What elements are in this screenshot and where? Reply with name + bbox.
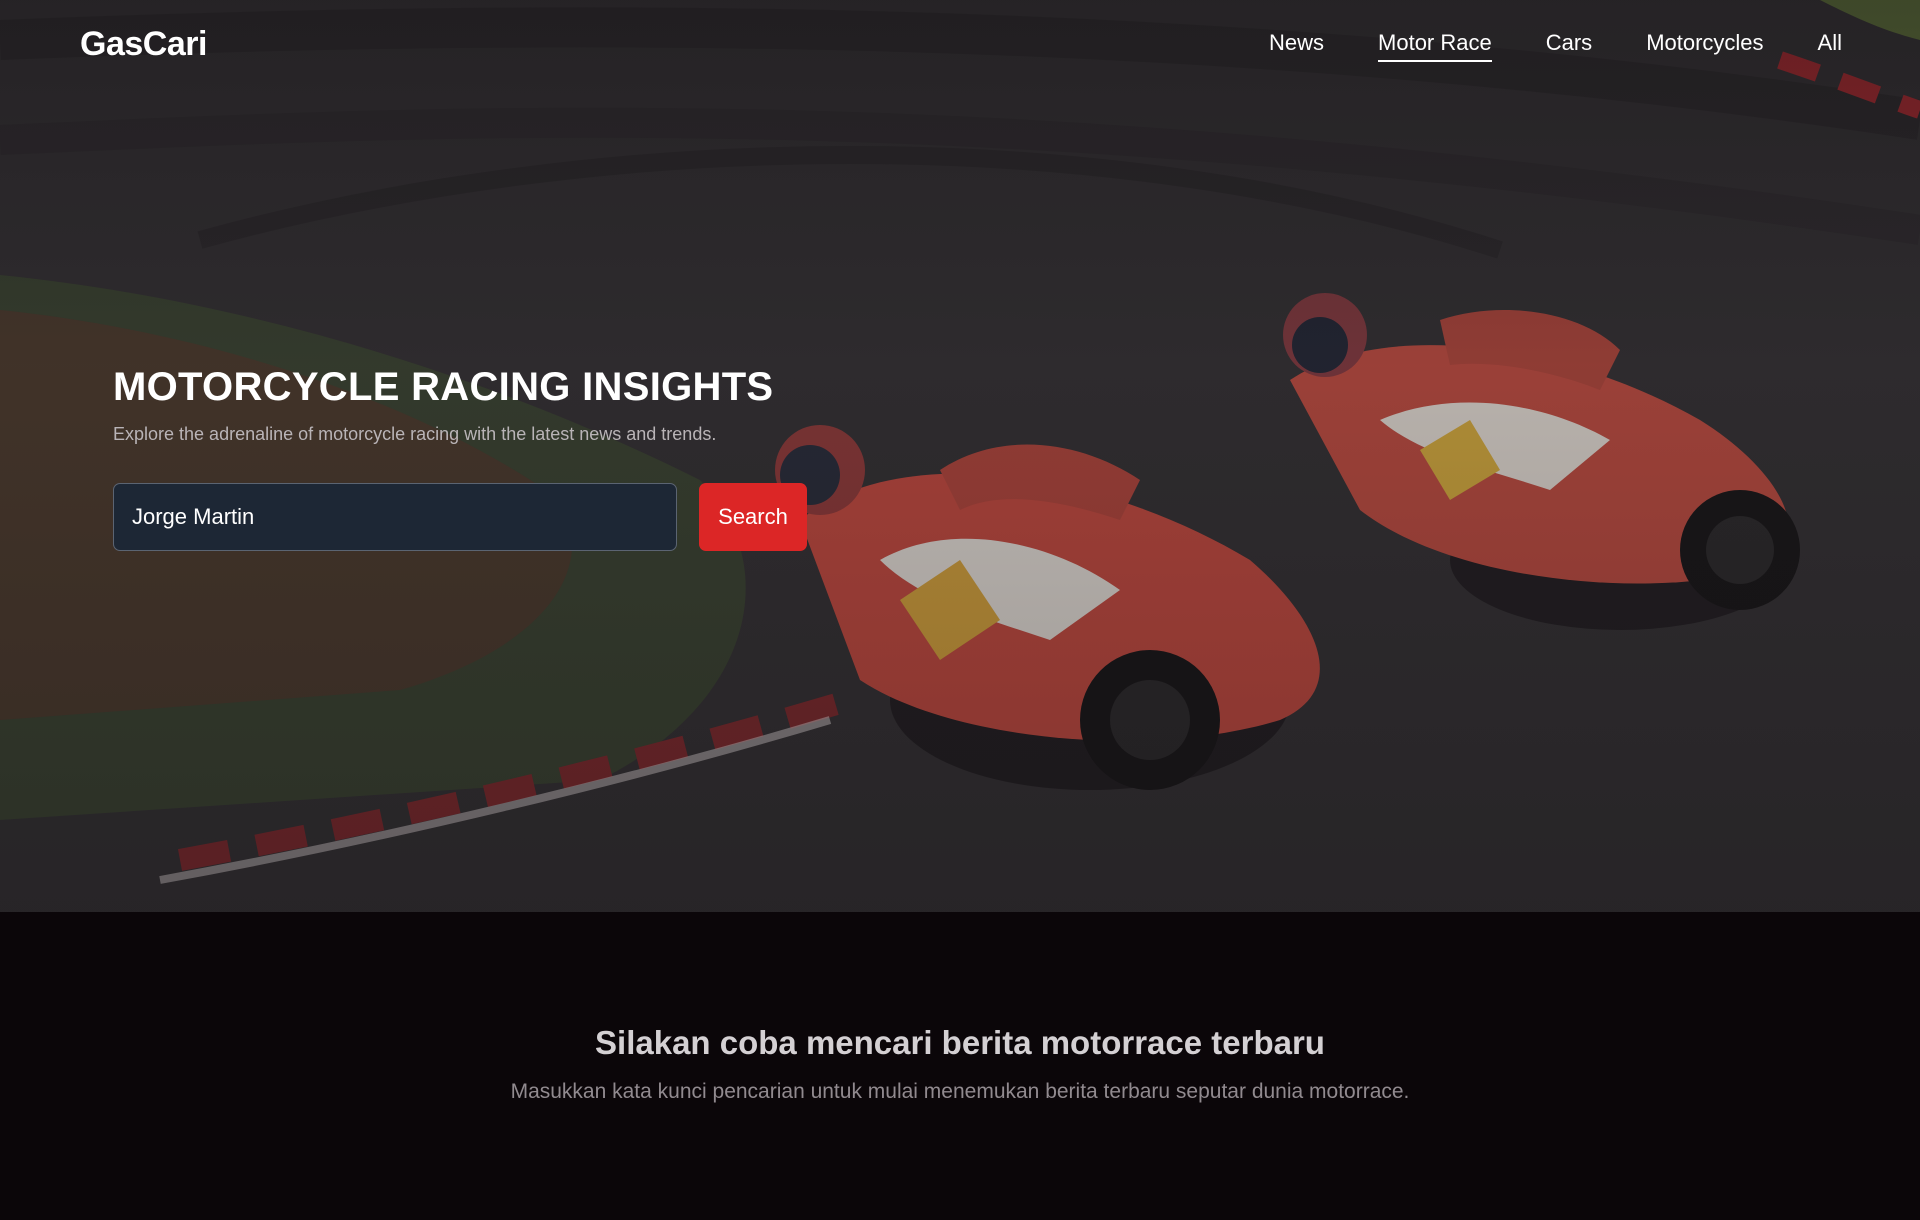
nav-link-news[interactable]: News [1269, 30, 1324, 62]
empty-state-text: Masukkan kata kunci pencarian untuk mula… [510, 1080, 1410, 1103]
hero-subtitle: Explore the adrenaline of motorcycle rac… [113, 424, 717, 444]
search-button[interactable]: Search [699, 483, 807, 551]
nav-link-all[interactable]: All [1818, 30, 1842, 62]
hero-section: GasCari News Motor Race Cars Motorcycles… [0, 0, 1920, 912]
hero-content: MOTORCYCLE RACING INSIGHTS Explore the a… [113, 365, 1013, 445]
navbar: GasCari News Motor Race Cars Motorcycles… [0, 0, 1920, 90]
nav-link-cars[interactable]: Cars [1546, 30, 1592, 62]
results-section: Silakan coba mencari berita motorrace te… [0, 912, 1920, 1220]
search-form: Search [113, 483, 807, 551]
nav-link-motor-race[interactable]: Motor Race [1378, 30, 1492, 62]
empty-state-title: Silakan coba mencari berita motorrace te… [595, 1024, 1325, 1061]
hero-title: MOTORCYCLE RACING INSIGHTS [113, 365, 774, 409]
site-logo[interactable]: GasCari [80, 25, 207, 64]
nav-link-motorcycles[interactable]: Motorcycles [1646, 30, 1763, 62]
nav-links: News Motor Race Cars Motorcycles All [1269, 30, 1842, 62]
search-input[interactable] [113, 483, 677, 551]
